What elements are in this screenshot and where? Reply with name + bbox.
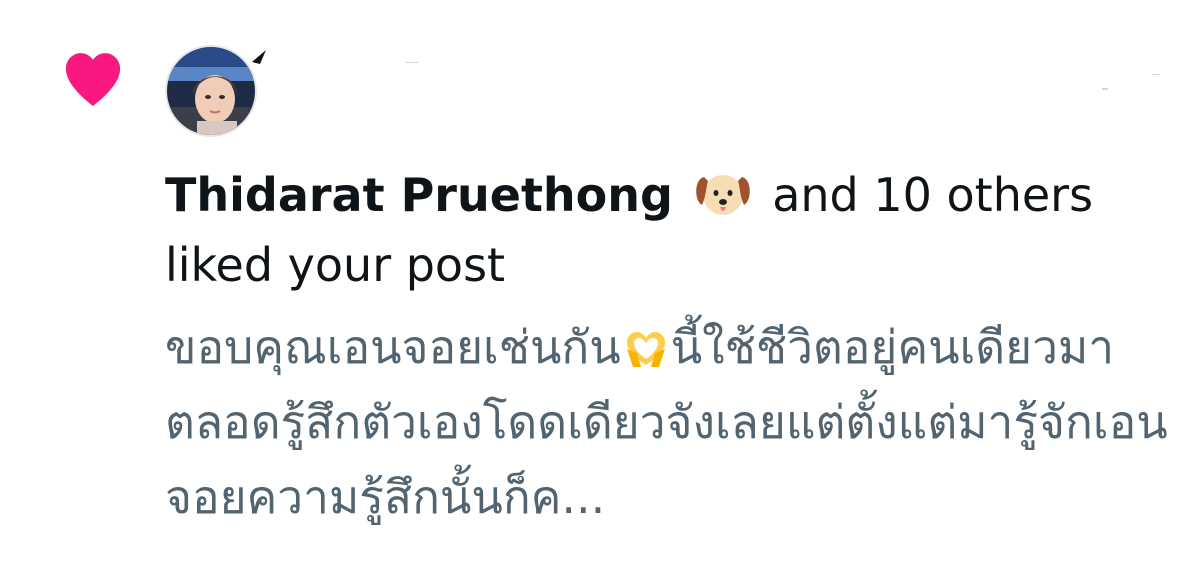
heart-hands-icon (626, 332, 665, 367)
heart-icon (65, 53, 121, 107)
post-preview-text-start: ขอบคุณเอนจอยเช่นกัน (165, 320, 621, 374)
actor-name[interactable]: Thidarat Pruethong (165, 168, 673, 222)
avatar[interactable] (165, 45, 257, 137)
like-notification[interactable]: Thidarat Pruethong and 10 others liked y… (0, 0, 1200, 567)
dog-face-icon (695, 175, 750, 215)
avatar-badge-icon (252, 50, 266, 64)
post-preview[interactable]: ขอบคุณเอนจอยเช่นกัน นี้ใช้ชีวิตอยู่คนเดี… (165, 310, 1175, 535)
notification-content: Thidarat Pruethong and 10 others liked y… (165, 160, 1175, 535)
notification-headline: Thidarat Pruethong and 10 others liked y… (165, 160, 1175, 300)
